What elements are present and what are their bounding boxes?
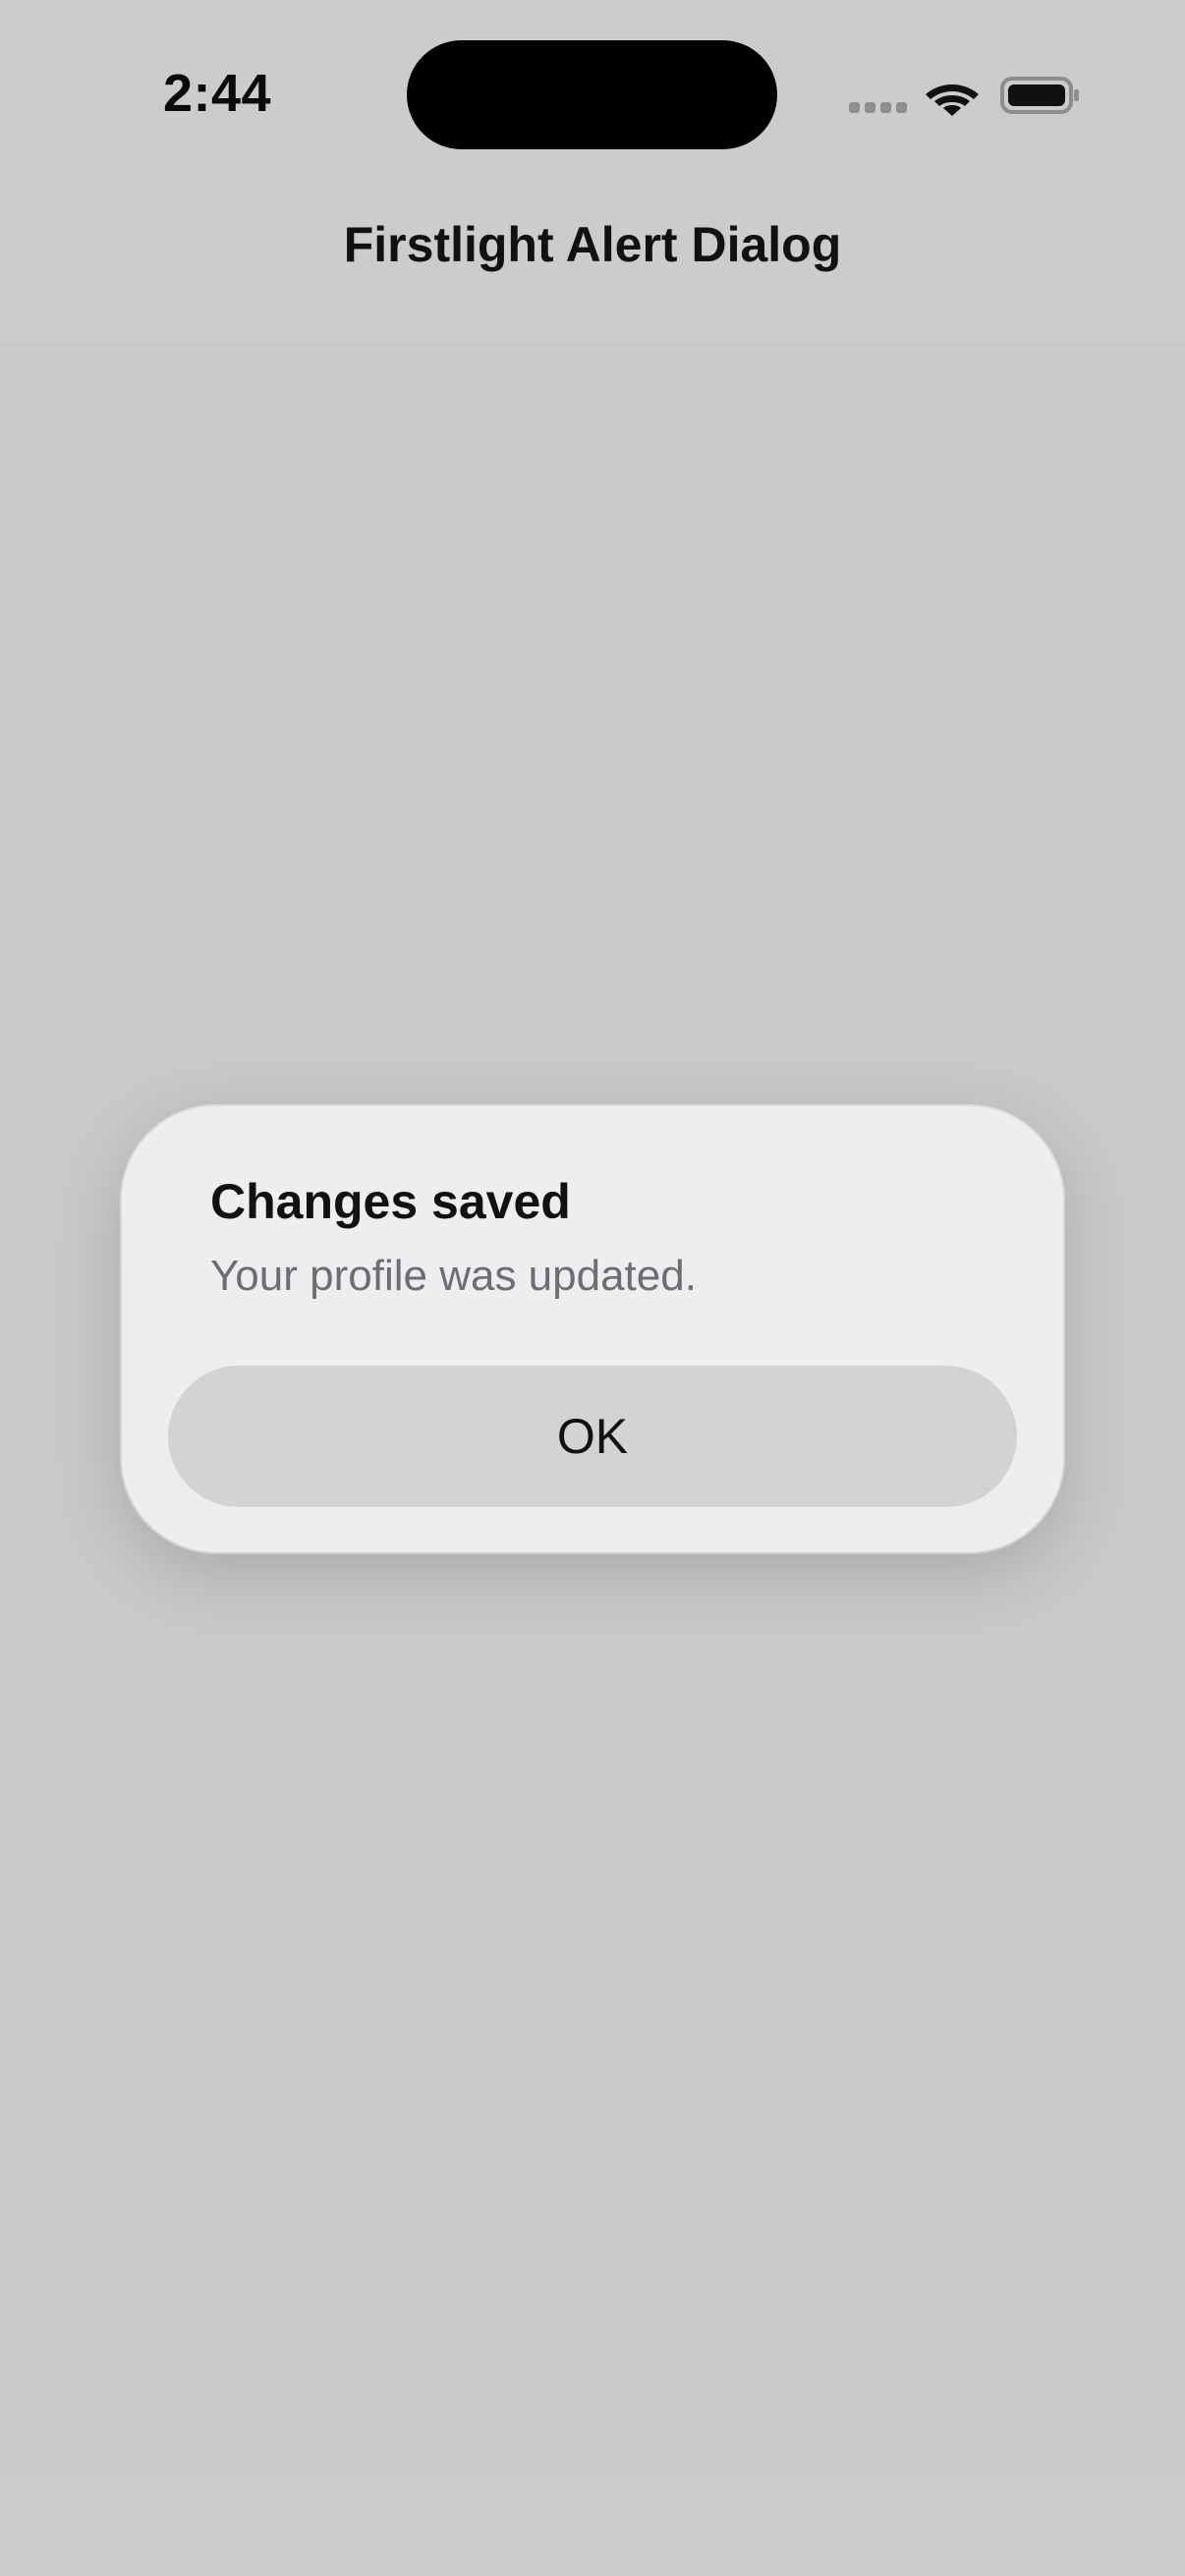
- dynamic-island: [407, 40, 777, 149]
- top-bar-area: 2:44 Firstlight Alert Dialog: [0, 0, 1185, 342]
- status-time: 2:44: [163, 64, 272, 123]
- dialog-message: Your profile was updated.: [210, 1252, 697, 1300]
- alert-dialog: Changes saved Your profile was updated. …: [122, 1106, 1063, 1552]
- battery-icon: [1000, 77, 1079, 114]
- ok-button[interactable]: OK: [168, 1366, 1017, 1507]
- home-indicator-area: [0, 2474, 1185, 2576]
- wifi-icon: [926, 84, 979, 116]
- signal-dots-icon: [849, 102, 908, 116]
- dialog-title: Changes saved: [210, 1174, 571, 1229]
- page-title: Firstlight Alert Dialog: [343, 217, 842, 272]
